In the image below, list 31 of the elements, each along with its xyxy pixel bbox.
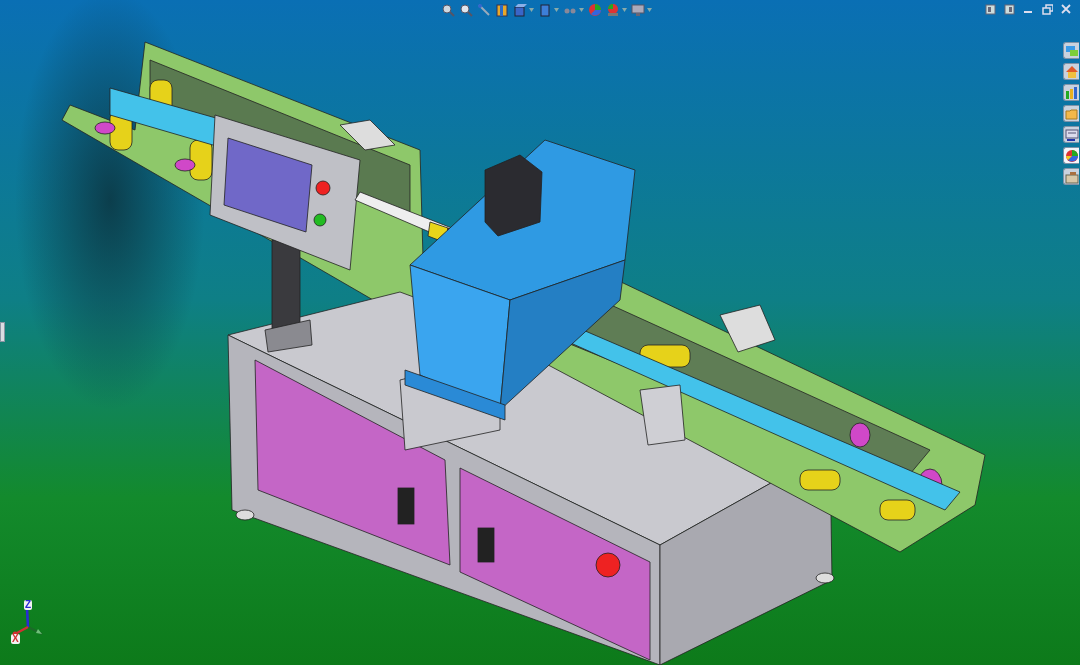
zoom-to-fit-icon[interactable] [441, 3, 455, 17]
scene-icon[interactable] [606, 3, 620, 17]
axis-label: Z [24, 600, 33, 610]
zoom-area-icon[interactable] [459, 3, 473, 17]
dropdown-caret-icon[interactable] [622, 8, 627, 12]
properties-list-icon [1064, 127, 1079, 142]
task-pane-tab[interactable] [1063, 147, 1079, 164]
color-ball-icon [1064, 148, 1079, 163]
briefcase-icon [1064, 169, 1079, 184]
restore-icon[interactable] [1042, 4, 1053, 15]
tile-left-icon[interactable] [985, 4, 996, 15]
y-axis-arrow [27, 626, 43, 635]
house-icon [1064, 64, 1079, 79]
task-pane-tab[interactable] [1063, 84, 1079, 101]
section-view-icon[interactable] [495, 3, 509, 17]
cube-icon[interactable] [513, 3, 527, 17]
books-icon [1064, 85, 1079, 100]
dropdown-caret-icon[interactable] [554, 8, 559, 12]
dropdown-caret-icon[interactable] [647, 8, 652, 12]
axis-label: X [11, 634, 20, 644]
display-style-icon[interactable] [538, 3, 552, 17]
color-ball-icon[interactable] [588, 3, 602, 17]
folder-icon [1064, 106, 1079, 121]
panel-splitter-handle[interactable] [0, 322, 5, 342]
chat-bubble-icon [1064, 43, 1079, 58]
tile-right-icon[interactable] [1004, 4, 1015, 15]
monitor-icon[interactable] [631, 3, 645, 17]
close-icon[interactable] [1061, 4, 1072, 15]
dropdown-caret-icon[interactable] [579, 8, 584, 12]
task-pane-tab[interactable] [1063, 126, 1079, 143]
dropdown-caret-icon[interactable] [529, 8, 534, 12]
